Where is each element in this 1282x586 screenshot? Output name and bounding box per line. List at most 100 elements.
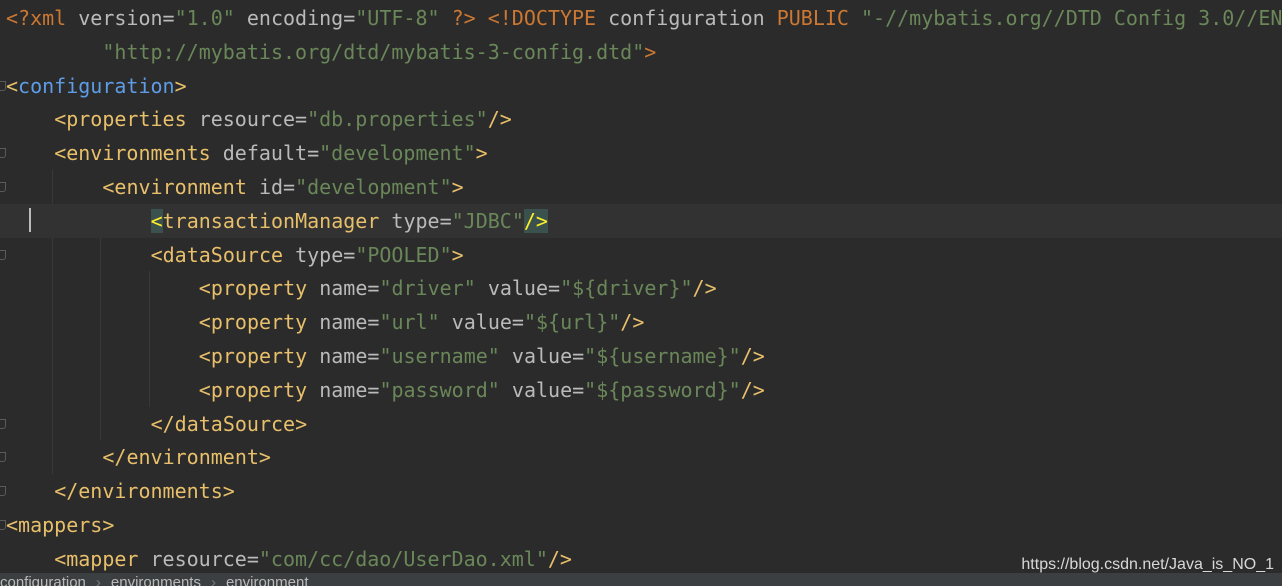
code-token: PUBLIC [776,6,861,30]
code-token: = [367,377,380,402]
code-token: "1.0" [174,6,235,30]
code-text: <configuration> [6,69,187,103]
code-token: = [548,276,561,301]
code-text: <transactionManager type="JDBC"/> [150,204,548,238]
code-line[interactable]: <transactionManager type="JDBC"/> [0,203,1282,238]
code-token: /> [523,208,548,233]
code-line[interactable]: <dataSource type="POOLED"> [0,238,1282,272]
code-token: name [319,377,368,402]
breadcrumb-item-configuration[interactable]: configuration [0,573,86,586]
fold-marker-icon[interactable] [0,249,6,260]
code-token: = [572,344,585,368]
code-text: "http://mybatis.org/dtd/mybatis-3-config… [102,35,656,69]
code-token: name [319,310,368,335]
code-token: </environments> [54,479,235,504]
code-token: value [511,344,573,368]
code-token: /> [740,344,765,368]
code-line[interactable]: </dataSource> [0,407,1282,441]
code-token: <environment [102,175,259,199]
fold-marker-icon[interactable] [0,418,6,429]
code-text: <environments default="development"> [54,136,488,170]
code-token: "com/cc/dao/UserDao.xml" [258,546,548,571]
code-token: value [451,310,512,335]
code-token: = [439,208,452,233]
code-line[interactable]: <configuration> [0,69,1282,103]
code-line[interactable]: <property name="url" value="${url}"/> [0,305,1282,339]
code-token: = [162,6,175,30]
code-token: = [246,546,259,571]
code-token: /> [620,310,645,335]
code-token: <dataSource [150,242,296,267]
code-token: version [78,6,163,30]
code-line[interactable]: <mappers> [0,508,1282,542]
code-text: <?xml version="1.0" encoding="UTF-8" ?> … [6,1,1282,35]
code-token: <property [198,276,320,301]
code-token: </dataSource> [150,411,308,436]
code-token: default [222,141,308,166]
code-line[interactable]: <environments default="development"> [0,136,1282,170]
code-token: type [295,242,344,267]
code-token: = [572,377,585,402]
code-token: /> [487,107,512,132]
code-token: </environment> [102,445,271,470]
code-token: "${driver}" [560,276,693,301]
fold-marker-icon[interactable] [0,452,6,463]
code-line[interactable]: </environments> [0,474,1282,508]
code-token: = [343,242,356,267]
code-text: </environments> [54,474,235,508]
code-text: <property name="url" value="${url}"/> [199,305,645,339]
code-token: "db.properties" [307,107,488,132]
code-line[interactable]: <properties resource="db.properties"/> [0,102,1282,136]
code-line[interactable]: "http://mybatis.org/dtd/mybatis-3-config… [0,35,1282,69]
code-token: <property [198,377,320,402]
fold-marker-icon[interactable] [0,486,6,497]
code-token: "development" [295,175,452,199]
breadcrumb: configuration › environments › environment [0,573,1282,586]
code-token: "${url}" [523,310,621,335]
code-line[interactable]: </environment> [0,440,1282,474]
chevron-right-icon: › [95,574,101,586]
code-token: <property [198,344,320,368]
code-token: resource [150,546,247,571]
code-token: resource [198,107,296,132]
code-token: "JDBC" [451,208,524,233]
code-token: encoding [246,6,344,30]
code-text: <mapper resource="com/cc/dao/UserDao.xml… [54,542,572,576]
code-token: > [644,39,657,64]
code-token: "driver" [379,276,476,301]
code-editor[interactable]: <?xml version="1.0" encoding="UTF-8" ?> … [0,0,1282,586]
code-line[interactable]: <property name="username" value="${usern… [0,339,1282,373]
code-token: <mapper [54,546,151,571]
code-text: <properties resource="db.properties"/> [54,102,512,136]
code-token: value [511,377,573,402]
code-token: "password" [379,377,500,402]
code-token: <property [198,310,320,335]
code-token: /> [547,546,572,571]
code-text: <property name="driver" value="${driver}… [199,271,717,305]
code-token: = [283,175,296,199]
code-line[interactable]: <property name="driver" value="${driver}… [0,271,1282,305]
code-token: <properties [54,107,199,132]
code-token: <mappers> [6,513,115,537]
code-line[interactable]: <property name="password" value="${passw… [0,373,1282,407]
fold-marker-icon[interactable] [0,148,6,159]
code-token: "UTF-8" [355,6,440,30]
fold-marker-icon[interactable] [0,182,6,192]
breadcrumb-item-environment[interactable]: environment [226,573,309,586]
code-token: "${password}" [584,377,741,402]
code-line[interactable]: <environment id="development"> [0,170,1282,204]
code-token: "${username}" [584,344,741,368]
code-line[interactable]: <?xml version="1.0" encoding="UTF-8" ?> … [0,1,1282,35]
code-token: = [343,6,356,30]
code-text: <property name="username" value="${usern… [199,339,765,373]
code-token: < [6,73,19,98]
breadcrumb-item-environments[interactable]: environments [111,573,201,586]
code-token: = [367,344,380,368]
code-text: <mappers> [6,508,114,542]
code-token: ?> [439,6,476,30]
